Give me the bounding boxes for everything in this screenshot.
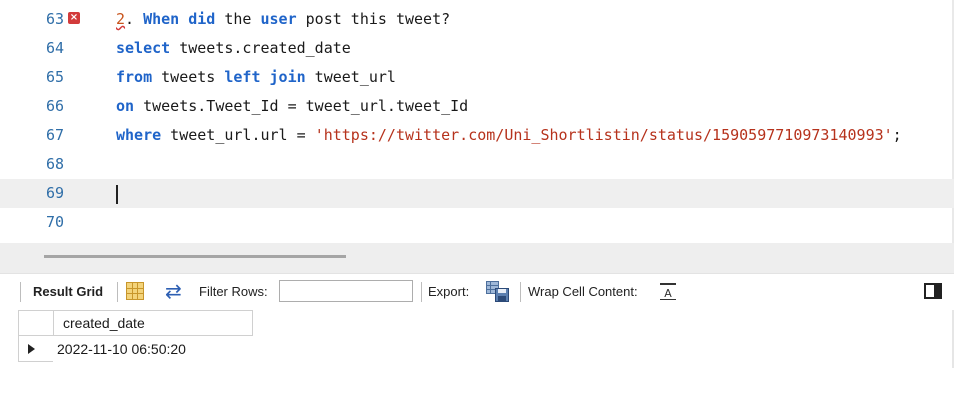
export-label: Export: [428,284,470,299]
line-number: 64 [45,39,64,57]
filter-rows-input[interactable] [279,280,413,302]
line-number: 66 [45,97,64,115]
sql-keyword: left [224,68,261,86]
code-text: on tweets.Tweet_Id = tweet_url.tweet_Id [116,92,468,121]
code-token: tweets.Tweet_Id = tweet_url.tweet_Id [134,97,469,115]
code-text: where tweet_url.url = 'https://twitter.c… [116,121,902,150]
wrap-cell-icon[interactable]: A [660,283,676,300]
syntax-error-token: 2 [116,10,126,28]
result-grid: created_date 2022-11-10 06:50:20 [18,310,954,368]
code-token: tweets.created_date [170,39,351,57]
grid-view-icon[interactable] [126,282,144,300]
code-token: tweets [152,68,225,86]
line-number: 68 [45,155,64,173]
code-token: ; [892,126,902,144]
code-line[interactable]: 65 from tweets left join tweet_url [0,63,954,92]
line-number: 70 [45,213,64,231]
code-token: the [215,10,261,28]
export-save-icon[interactable] [486,281,510,302]
code-text: 2. When did the user post this tweet? [116,5,450,34]
result-toolbar: Result Grid ⇄ Filter Rows: Export: Wrap … [0,273,954,310]
code-line[interactable]: 64 select tweets.created_date [0,34,954,63]
panel-toggle-icon[interactable] [924,283,942,299]
row-selector-arrow-icon[interactable] [18,336,53,362]
sql-editor[interactable]: 63 × 2. When did the user post this tweet?… [0,0,954,243]
code-token: post this tweet? [296,10,451,28]
panel-splitter[interactable] [0,243,954,273]
sql-keyword: from [116,68,153,86]
sql-string: 'https://twitter.com/Uni_Shortlistin/sta… [314,126,893,144]
error-icon[interactable]: × [68,12,80,24]
toolbar-separator [117,282,118,302]
toolbar-separator [20,282,21,302]
sql-keyword: did [188,10,216,28]
sql-keyword: join [269,68,306,86]
code-text: from tweets left join tweet_url [116,63,396,92]
line-number: 63 [45,10,64,28]
sql-keyword: user [260,10,297,28]
table-cell[interactable]: 2022-11-10 06:50:20 [53,336,253,362]
sql-keyword: where [116,126,162,144]
code-line[interactable]: 69 [0,179,954,208]
code-token: . [125,10,144,28]
code-line[interactable]: 68 [0,150,954,179]
filter-rows-label: Filter Rows: [199,284,268,299]
code-line[interactable]: 70 [0,208,954,237]
line-number: 65 [45,68,64,86]
code-line[interactable]: 66 on tweets.Tweet_Id = tweet_url.tweet_I… [0,92,954,121]
code-token: tweet_url [305,68,396,86]
line-number: 69 [45,184,64,202]
line-number: 67 [45,126,64,144]
toolbar-separator [520,282,521,302]
sql-keyword: select [116,39,171,57]
toolbar-separator [421,282,422,302]
column-header-created-date[interactable]: created_date [53,310,253,336]
grid-corner-cell [18,310,53,336]
splitter-grip[interactable] [44,255,346,258]
code-line[interactable]: 67 where tweet_url.url = 'https://twitter… [0,121,954,150]
wrap-cell-content-label: Wrap Cell Content: [528,284,638,299]
refresh-icon[interactable]: ⇄ [165,280,182,302]
sql-keyword: on [116,97,135,115]
code-text: select tweets.created_date [116,34,351,63]
text-caret [116,185,118,204]
code-token: tweet_url.url = [161,126,315,144]
sql-keyword: When [143,10,180,28]
code-line[interactable]: 63 × 2. When did the user post this tweet? [0,5,954,34]
result-grid-tab[interactable]: Result Grid [33,284,103,299]
